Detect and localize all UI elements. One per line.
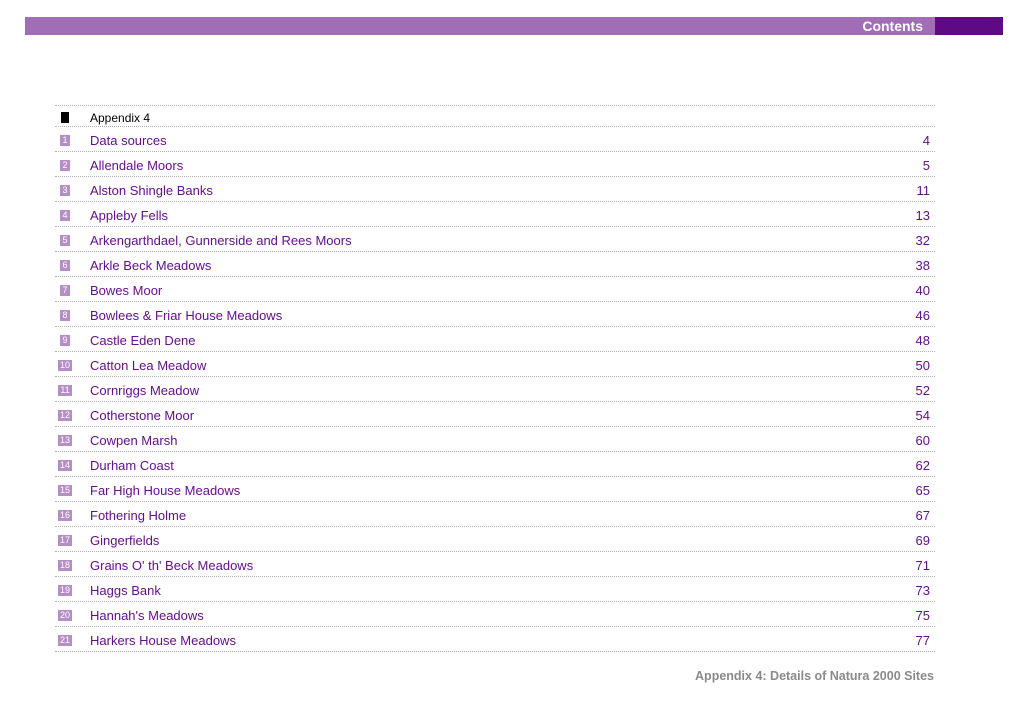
toc-entry-link[interactable]: Arkengarthdael, Gunnerside and Rees Moor…	[90, 233, 352, 248]
toc-entry-page-number[interactable]: 5	[923, 158, 930, 173]
toc-entry[interactable]: 14 Durham Coast 62	[55, 452, 935, 477]
header-title: Contents	[862, 18, 923, 34]
toc-entry-page-number[interactable]: 62	[916, 458, 930, 473]
toc-entry-number-badge: 2	[60, 160, 70, 171]
toc-entry-page-number[interactable]: 69	[916, 533, 930, 548]
toc-entry[interactable]: 3 Alston Shingle Banks 11	[55, 177, 935, 202]
bullet-icon	[61, 112, 69, 123]
toc-entry-number-badge: 20	[58, 610, 72, 621]
toc-entry-page-number[interactable]: 50	[916, 358, 930, 373]
toc-entry-number-badge: 8	[60, 310, 70, 321]
toc-entry[interactable]: 16 Fothering Holme 67	[55, 502, 935, 527]
toc-entry-page-number[interactable]: 38	[916, 258, 930, 273]
toc-entry-number-badge: 5	[60, 235, 70, 246]
toc-entry-link[interactable]: Fothering Holme	[90, 508, 186, 523]
header-accent-block	[935, 17, 1003, 35]
table-of-contents: Appendix 4 1 Data sources 4 2 Allendale Moor…	[55, 105, 935, 652]
toc-entry-number-badge: 16	[58, 510, 72, 521]
toc-entry-number-badge: 7	[60, 285, 70, 296]
toc-entry[interactable]: 4 Appleby Fells 13	[55, 202, 935, 227]
toc-entry-page-number[interactable]: 77	[916, 633, 930, 648]
toc-entry[interactable]: 11 Cornriggs Meadow 52	[55, 377, 935, 402]
header-bar: Contents	[25, 17, 935, 35]
toc-entry[interactable]: 10 Catton Lea Meadow 50	[55, 352, 935, 377]
toc-entry-link[interactable]: Far High House Meadows	[90, 483, 240, 498]
toc-entry-page-number[interactable]: 32	[916, 233, 930, 248]
toc-entry-link[interactable]: Harkers House Meadows	[90, 633, 236, 648]
toc-entry-number-badge: 11	[58, 385, 72, 396]
toc-entry[interactable]: 5 Arkengarthdael, Gunnerside and Rees Moo…	[55, 227, 935, 252]
toc-entry[interactable]: 12 Cotherstone Moor 54	[55, 402, 935, 427]
toc-heading-row: Appendix 4	[55, 106, 935, 127]
toc-entry-link[interactable]: Gingerfields	[90, 533, 159, 548]
toc-entry-number-badge: 10	[58, 360, 72, 371]
toc-entry-page-number[interactable]: 52	[916, 383, 930, 398]
toc-entry-link[interactable]: Alston Shingle Banks	[90, 183, 213, 198]
toc-entry-link[interactable]: Cotherstone Moor	[90, 408, 194, 423]
toc-entry[interactable]: 6 Arkle Beck Meadows 38	[55, 252, 935, 277]
toc-entry-page-number[interactable]: 60	[916, 433, 930, 448]
toc-entry[interactable]: 1 Data sources 4	[55, 127, 935, 152]
toc-entry-link[interactable]: Cowpen Marsh	[90, 433, 177, 448]
toc-entry-link[interactable]: Appleby Fells	[90, 208, 168, 223]
toc-entry-link[interactable]: Grains O' th' Beck Meadows	[90, 558, 253, 573]
toc-entry-page-number[interactable]: 67	[916, 508, 930, 523]
toc-heading: Appendix 4	[90, 111, 151, 125]
toc-entry-page-number[interactable]: 54	[916, 408, 930, 423]
toc-entry-number-badge: 4	[60, 210, 70, 221]
toc-entry[interactable]: 17 Gingerfields 69	[55, 527, 935, 552]
toc-entry-page-number[interactable]: 75	[916, 608, 930, 623]
toc-entry-number-badge: 17	[58, 535, 72, 546]
toc-entry[interactable]: 18 Grains O' th' Beck Meadows 71	[55, 552, 935, 577]
toc-entry-number-badge: 13	[58, 435, 72, 446]
toc-entry[interactable]: 8 Bowlees & Friar House Meadows 46	[55, 302, 935, 327]
toc-entry[interactable]: 2 Allendale Moors 5	[55, 152, 935, 177]
toc-entry-page-number[interactable]: 71	[916, 558, 930, 573]
toc-entry-link[interactable]: Castle Eden Dene	[90, 333, 196, 348]
toc-entry[interactable]: 7 Bowes Moor 40	[55, 277, 935, 302]
toc-entry-link[interactable]: Data sources	[90, 133, 167, 148]
toc-entry-number-badge: 1	[60, 135, 70, 146]
toc-entry-page-number[interactable]: 65	[916, 483, 930, 498]
toc-entry-number-badge: 15	[58, 485, 72, 496]
toc-entry-link[interactable]: Hannah's Meadows	[90, 608, 204, 623]
toc-entry-number-badge: 6	[60, 260, 70, 271]
toc-entry-link[interactable]: Bowlees & Friar House Meadows	[90, 308, 282, 323]
toc-entry-link[interactable]: Bowes Moor	[90, 283, 162, 298]
toc-entry-link[interactable]: Catton Lea Meadow	[90, 358, 206, 373]
toc-entry[interactable]: 20 Hannah's Meadows 75	[55, 602, 935, 627]
toc-entry-link[interactable]: Allendale Moors	[90, 158, 183, 173]
toc-entry-page-number[interactable]: 40	[916, 283, 930, 298]
toc-entry[interactable]: 9 Castle Eden Dene 48	[55, 327, 935, 352]
toc-entry-page-number[interactable]: 13	[916, 208, 930, 223]
toc-entry[interactable]: 15 Far High House Meadows 65	[55, 477, 935, 502]
toc-entry-number-badge: 9	[60, 335, 70, 346]
toc-entry-page-number[interactable]: 48	[916, 333, 930, 348]
toc-entry-page-number[interactable]: 46	[916, 308, 930, 323]
toc-entries: 1 Data sources 4 2 Allendale Moors 5 3 Alston S…	[55, 127, 935, 652]
toc-entry-link[interactable]: Durham Coast	[90, 458, 174, 473]
toc-entry-number-badge: 12	[58, 410, 72, 421]
toc-entry-page-number[interactable]: 73	[916, 583, 930, 598]
footer-title: Appendix 4: Details of Natura 2000 Sites	[695, 669, 934, 683]
toc-entry-link[interactable]: Arkle Beck Meadows	[90, 258, 211, 273]
toc-entry-number-badge: 14	[58, 460, 72, 471]
toc-entry-number-badge: 18	[58, 560, 72, 571]
toc-entry[interactable]: 21 Harkers House Meadows 77	[55, 627, 935, 652]
toc-entry-page-number[interactable]: 4	[923, 133, 930, 148]
toc-entry-link[interactable]: Haggs Bank	[90, 583, 161, 598]
toc-entry-number-badge: 19	[58, 585, 72, 596]
toc-entry[interactable]: 19 Haggs Bank 73	[55, 577, 935, 602]
toc-entry-page-number[interactable]: 11	[917, 183, 931, 198]
toc-entry-number-badge: 3	[60, 185, 70, 196]
toc-entry[interactable]: 13 Cowpen Marsh 60	[55, 427, 935, 452]
toc-entry-link[interactable]: Cornriggs Meadow	[90, 383, 199, 398]
toc-entry-number-badge: 21	[58, 635, 72, 646]
